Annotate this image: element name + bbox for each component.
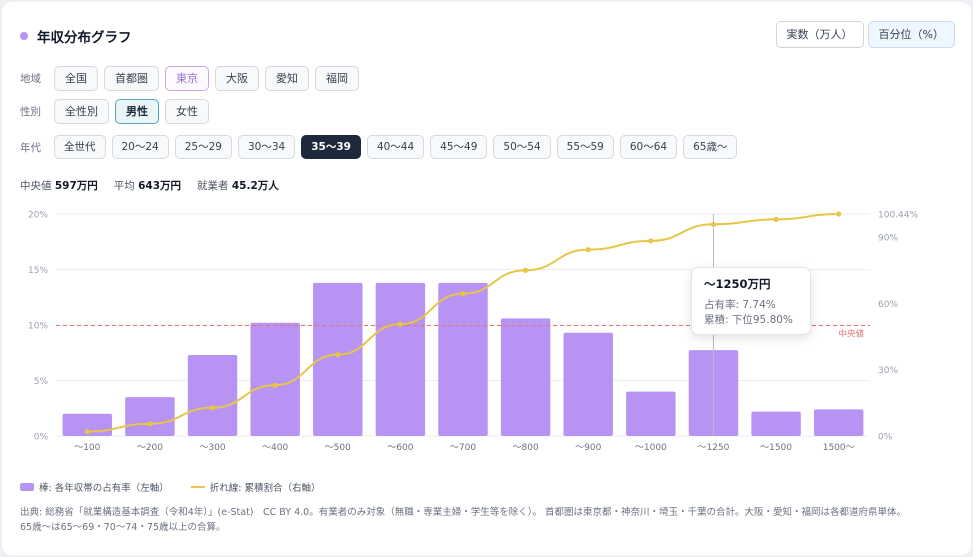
chip-age-3[interactable]: 30〜34 bbox=[237, 135, 296, 159]
legend-line-label: 折れ線: 累積割合（右軸） bbox=[209, 483, 321, 494]
chip-region-osaka[interactable]: 大阪 bbox=[215, 66, 259, 91]
right-axis-tick: 30% bbox=[878, 366, 898, 376]
cumulative-point-5 bbox=[397, 321, 403, 327]
x-axis-tick-6: 〜700 bbox=[450, 443, 476, 453]
chip-gender-female[interactable]: 女性 bbox=[165, 99, 209, 124]
median-stat: 中央値 597万円 bbox=[20, 180, 98, 192]
cumulative-point-2 bbox=[209, 405, 216, 411]
bar-2 bbox=[187, 354, 238, 436]
gender-filter-label: 性別 bbox=[20, 106, 41, 118]
cumulative-point-10 bbox=[710, 221, 717, 227]
source-note: 出典: 総務省「就業構造基本調査（令和4年）」(e-Stat) CC BY 4.… bbox=[20, 505, 960, 535]
right-axis-tick: 0% bbox=[878, 433, 893, 443]
x-axis-tick-9: 〜1000 bbox=[635, 443, 667, 453]
chip-age-1[interactable]: 20〜24 bbox=[111, 135, 169, 159]
cumulative-point-3 bbox=[272, 382, 278, 388]
source-line-1: 出典: 総務省「就業構造基本調査（令和4年）」(e-Stat) CC BY 4.… bbox=[20, 507, 906, 518]
age-filter: 年代 全世代 20〜24 25〜29 30〜34 35〜39 40〜44 45〜49 50〜5… bbox=[20, 135, 738, 159]
chip-age-9[interactable]: 60〜64 bbox=[619, 135, 678, 159]
legend-bar-label: 棒: 各年収帯の占有率（左軸） bbox=[39, 483, 169, 494]
chip-age-2[interactable]: 25〜29 bbox=[174, 135, 232, 159]
mean-stat: 平均 643万円 bbox=[113, 180, 182, 192]
summary-stats: 中央値 597万円 平均 643万円 就業者 45.2万人 bbox=[20, 178, 279, 193]
bar-8 bbox=[563, 332, 613, 436]
chip-age-0[interactable]: 全世代 bbox=[54, 135, 106, 159]
chip-age-10[interactable]: 65歳〜 bbox=[683, 135, 738, 159]
x-axis-tick-0: 〜100 bbox=[74, 443, 100, 453]
x-axis-tick-4: 〜500 bbox=[325, 443, 351, 453]
chart-legend: 棒: 各年収帯の占有率（左軸） 折れ線: 累積割合（右軸） bbox=[20, 480, 320, 494]
legend-bar-swatch bbox=[20, 483, 34, 491]
cumulative-point-11 bbox=[773, 216, 779, 222]
chip-age-8[interactable]: 55〜59 bbox=[556, 135, 614, 159]
right-axis-tick: 90% bbox=[878, 234, 898, 244]
cumulative-point-6 bbox=[460, 291, 466, 297]
chip-age-7[interactable]: 50〜54 bbox=[493, 135, 551, 159]
bar-9 bbox=[626, 391, 676, 436]
chip-region-tokyo[interactable]: 東京 bbox=[165, 66, 209, 91]
bar-7 bbox=[500, 318, 551, 436]
cumulative-point-0 bbox=[84, 428, 90, 435]
left-axis-tick: 5% bbox=[34, 377, 49, 387]
title-dot-icon bbox=[20, 32, 28, 40]
x-axis-tick-10: 〜1250 bbox=[698, 443, 730, 453]
tooltip-cumulative: 累積: 下位95.80% bbox=[704, 314, 793, 326]
cumulative-point-1 bbox=[147, 421, 153, 427]
cumulative-point-12 bbox=[836, 211, 842, 217]
x-axis-tick-3: 〜400 bbox=[262, 443, 288, 453]
gender-filter: 性別 全性別 男性 女性 bbox=[20, 99, 209, 124]
left-axis-tick: 20% bbox=[28, 211, 48, 221]
right-axis-tick: 60% bbox=[878, 300, 898, 310]
left-axis-tick: 0% bbox=[34, 433, 49, 443]
x-axis-tick-11: 〜1500 bbox=[760, 443, 792, 453]
mode-toggle: 実数（万人） 百分位（%） bbox=[775, 21, 955, 48]
chip-age-6[interactable]: 45〜49 bbox=[430, 135, 488, 159]
chip-region-all[interactable]: 全国 bbox=[54, 66, 98, 91]
source-line-2: 65歳〜は65〜69・70〜74・75歳以上の合算。 bbox=[20, 522, 226, 533]
x-axis-tick-8: 〜900 bbox=[575, 443, 601, 453]
chip-region-shutoken[interactable]: 首都圏 bbox=[104, 66, 159, 91]
right-axis-tick: 100.44% bbox=[878, 211, 918, 221]
left-axis-tick: 10% bbox=[28, 322, 48, 332]
bar-6 bbox=[438, 282, 488, 436]
x-axis-tick-7: 〜800 bbox=[513, 443, 539, 453]
page-title: 年収分布グラフ bbox=[37, 30, 132, 46]
median-line-label: 中央値 bbox=[838, 328, 864, 339]
gender-chips: 全性別 男性 女性 bbox=[54, 99, 209, 124]
x-axis-tick-12: 1500〜 bbox=[823, 443, 855, 453]
bar-11 bbox=[751, 411, 801, 436]
mode-percentile-button[interactable]: 百分位（%） bbox=[867, 21, 955, 48]
age-filter-label: 年代 bbox=[20, 141, 41, 154]
bar-5 bbox=[375, 282, 426, 436]
chip-region-fukuoka[interactable]: 福岡 bbox=[315, 66, 359, 91]
bar-1 bbox=[125, 397, 175, 436]
cumulative-point-7 bbox=[523, 267, 529, 273]
chip-age-5[interactable]: 40〜44 bbox=[366, 135, 425, 159]
age-chips: 全世代 20〜24 25〜29 30〜34 35〜39 40〜44 45〜49 50〜54 55… bbox=[54, 135, 738, 159]
cumulative-point-4 bbox=[335, 352, 341, 358]
mode-absolute-button[interactable]: 実数（万人） bbox=[775, 21, 864, 48]
chip-gender-male[interactable]: 男性 bbox=[115, 99, 159, 124]
cumulative-point-9 bbox=[648, 238, 654, 244]
left-axis-tick: 15% bbox=[28, 266, 48, 276]
workers-stat: 就業者 45.2万人 bbox=[197, 180, 279, 192]
bar-3 bbox=[250, 322, 300, 436]
chip-age-4[interactable]: 35〜39 bbox=[301, 135, 361, 159]
bar-12 bbox=[813, 409, 864, 436]
cumulative-point-8 bbox=[585, 247, 591, 253]
tooltip-share: 占有率: 7.74% bbox=[704, 299, 776, 311]
x-axis-tick-1: 〜200 bbox=[137, 443, 163, 453]
region-chips: 全国 首都圏 東京 大阪 愛知 福岡 bbox=[54, 66, 359, 91]
chip-region-aichi[interactable]: 愛知 bbox=[265, 66, 309, 91]
x-axis-tick-2: 〜300 bbox=[199, 443, 225, 453]
legend-line-swatch bbox=[190, 486, 205, 488]
title-row: 年収分布グラフ bbox=[20, 26, 132, 46]
chart-tooltip: 〜1250万円 占有率: 7.74% 累積: 下位95.80% bbox=[691, 267, 811, 335]
x-axis-tick-5: 〜600 bbox=[387, 443, 413, 453]
tooltip-title: 〜1250万円 bbox=[704, 277, 771, 291]
region-filter-label: 地域 bbox=[20, 73, 41, 85]
income-distribution-chart: 0% 5% 10% 15% 20% 0% 30% 60% 90% 100.44% 中央値〜100 〜2… bbox=[28, 211, 919, 454]
region-filter: 地域 全国 首都圏 東京 大阪 愛知 福岡 bbox=[20, 66, 359, 91]
chip-gender-all[interactable]: 全性別 bbox=[54, 99, 109, 124]
